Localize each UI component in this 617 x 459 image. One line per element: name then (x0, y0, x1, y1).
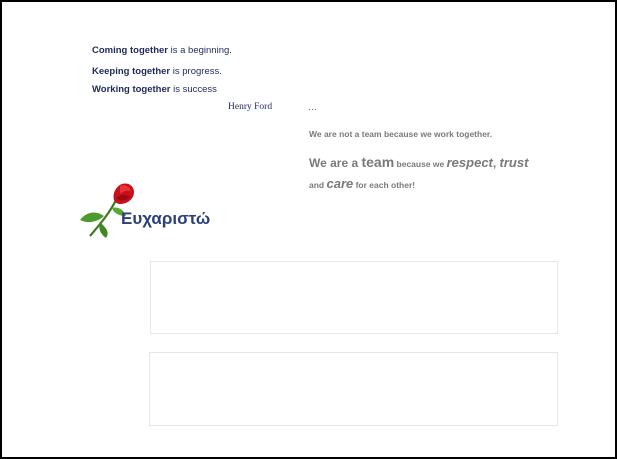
empty-placeholder-box-1 (150, 261, 558, 334)
team-respect: respect (446, 155, 493, 170)
slide: Coming together is a beginning. Keeping … (0, 0, 617, 459)
team-for-each-other: for each other! (353, 180, 416, 190)
empty-placeholder-box-2 (149, 352, 558, 426)
team-comma: , (492, 156, 500, 170)
team-line-2: We are a team because we respect, trust … (309, 152, 599, 195)
ellipsis-text: … (308, 102, 317, 112)
quote-line-working: Working together is success (92, 84, 217, 96)
quote-rest: is progress. (170, 66, 222, 77)
quote-rest: is a beginning. (168, 45, 232, 56)
team-we-are-a: We are a (309, 156, 362, 170)
quote-bold: Coming together (92, 45, 168, 56)
team-because-we: because we (394, 159, 447, 169)
quote-rest: is success (170, 84, 217, 95)
team-care: care (326, 176, 354, 191)
team-word: team (361, 154, 395, 170)
quote-line-coming: Coming together is a beginning. (92, 45, 232, 57)
team-line-1: We are not a team because we work togeth… (309, 129, 493, 139)
quote-bold: Keeping together (92, 66, 171, 77)
quote-author: Henry Ford (228, 102, 273, 112)
quote-line-keeping: Keeping together is progress. (92, 66, 222, 78)
team-and: and (309, 180, 327, 190)
thanks-text: Ευχαριστώ (121, 209, 211, 228)
quote-bold: Working together (92, 84, 171, 95)
team-trust: trust (499, 155, 529, 170)
